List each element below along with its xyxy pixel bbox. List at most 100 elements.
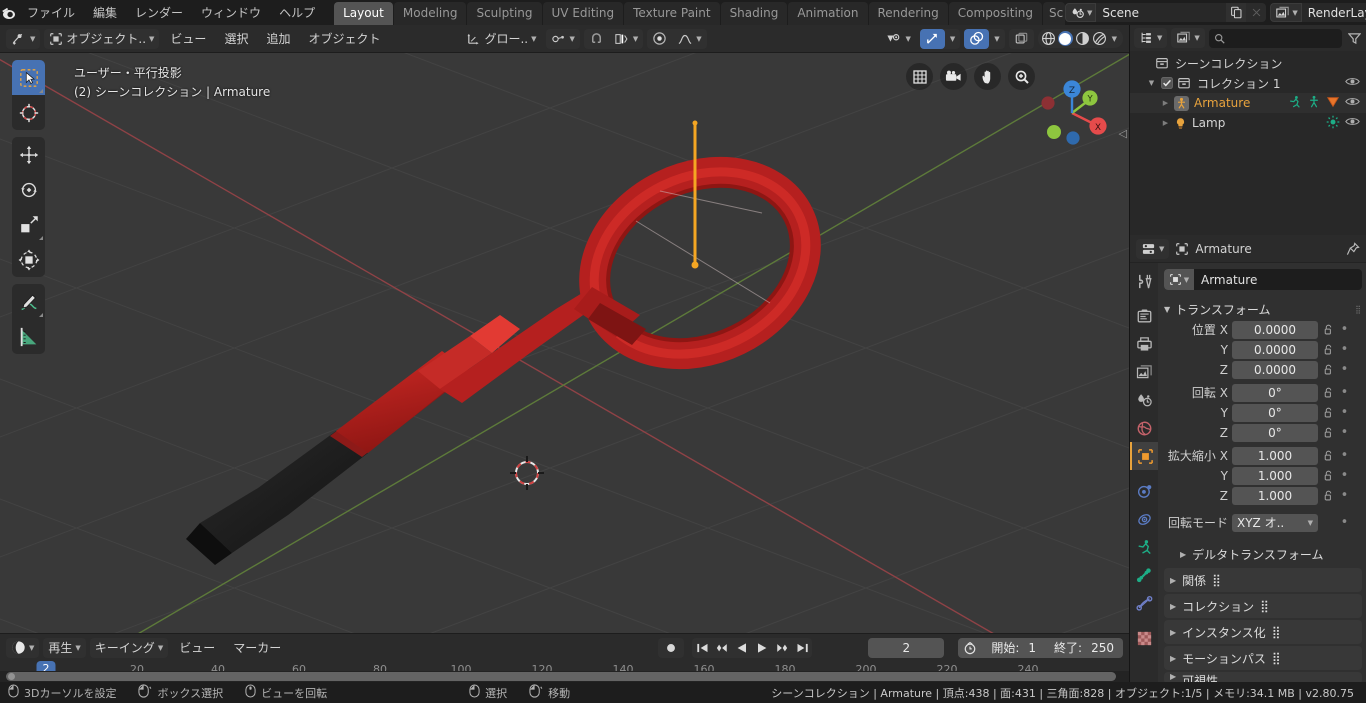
scene-browse-icon[interactable]: ▼ <box>1065 3 1097 22</box>
scale-tool[interactable] <box>12 207 45 242</box>
scene-delete-button[interactable] <box>1246 3 1267 22</box>
light-data-icon[interactable] <box>1326 115 1340 132</box>
viewlayer-browse-icon[interactable]: ▼ <box>1270 3 1302 22</box>
world-tab[interactable] <box>1130 414 1158 442</box>
timeline-menu-marker[interactable]: マーカー <box>226 639 288 656</box>
texture-tab[interactable] <box>1130 624 1158 652</box>
lock-icon[interactable] <box>1322 490 1335 502</box>
current-frame-field[interactable]: 2 <box>868 637 945 658</box>
editor-type-button[interactable]: ▼ <box>6 28 41 49</box>
lock-icon[interactable] <box>1322 364 1335 376</box>
falloff-curve-icon[interactable]: ▼ <box>672 29 706 49</box>
animate-dot-icon[interactable]: • <box>1339 426 1350 439</box>
shading-rendered-button[interactable] <box>1092 31 1107 46</box>
location-z-field[interactable]: 0.0000 <box>1232 360 1318 379</box>
blender-logo-icon[interactable] <box>0 0 18 25</box>
pin-icon[interactable] <box>1346 241 1360 256</box>
pan-view-icon[interactable] <box>974 63 1001 90</box>
zoom-view-icon[interactable] <box>1008 63 1035 90</box>
outliner-row-collection-1[interactable]: ▼ コレクション 1 <box>1130 73 1366 93</box>
transform-orientation-selector[interactable]: グロー.. ▼ <box>461 29 541 49</box>
lock-icon[interactable] <box>1322 407 1335 419</box>
shading-wireframe-button[interactable] <box>1041 31 1056 46</box>
visibility-selectability-button[interactable]: ▼ <box>880 29 915 49</box>
animate-dot-icon[interactable]: • <box>1339 386 1350 399</box>
viewport-menu-object[interactable]: オブジェクト <box>301 30 387 47</box>
animate-dot-icon[interactable]: • <box>1339 406 1350 419</box>
tool-tab[interactable] <box>1130 267 1158 295</box>
outliner-row-armature[interactable]: ▶ Armature <box>1130 93 1366 113</box>
gizmo-options-dropdown[interactable]: ▼ <box>945 29 960 49</box>
animate-dot-icon[interactable]: • <box>1339 343 1350 356</box>
timeline-menu-playback[interactable]: 再生 ▼ <box>43 637 86 658</box>
outliner-display-mode-button[interactable]: ▼ <box>1171 28 1205 48</box>
panel-relations[interactable]: ▶ 関係 ⣿ <box>1164 568 1362 592</box>
view-axis-gizmo[interactable]: Z Y X <box>1033 73 1111 151</box>
rotation-y-field[interactable]: 0° <box>1232 403 1318 422</box>
menu-help[interactable]: ヘルプ <box>270 3 324 23</box>
viewlayer-name-field[interactable]: RenderLayer <box>1301 3 1366 22</box>
visibility-eye-icon[interactable] <box>1345 115 1360 131</box>
move-tool[interactable] <box>12 137 45 172</box>
animate-dot-icon[interactable]: • <box>1339 516 1350 529</box>
modifier-icon[interactable] <box>1326 95 1340 112</box>
scale-z-field[interactable]: 1.000 <box>1232 486 1318 505</box>
shading-material-button[interactable] <box>1075 31 1090 46</box>
rotation-mode-dropdown[interactable]: XYZ オ.. ▼ <box>1232 513 1318 532</box>
animate-dot-icon[interactable]: • <box>1339 489 1350 502</box>
location-x-field[interactable]: 0.0000 <box>1232 320 1318 339</box>
viewport-menu-add[interactable]: 追加 <box>259 30 297 47</box>
interaction-mode-selector[interactable]: オブジェクト.. ▼ <box>44 28 160 49</box>
panel-instancing[interactable]: ▶ インスタンス化 ⣿ <box>1164 620 1362 644</box>
disclosure-icon[interactable]: ▶ <box>1160 119 1171 127</box>
viewport-menu-select[interactable]: 選択 <box>217 30 255 47</box>
workspace-tab-rendering[interactable]: Rendering <box>868 2 948 25</box>
camera-view-icon[interactable] <box>940 63 967 90</box>
menu-render[interactable]: レンダー <box>126 3 192 23</box>
frame-start-field[interactable]: 開始: 1 <box>982 639 1045 656</box>
workspace-tab-sculpting[interactable]: Sculpting <box>467 2 542 25</box>
show-overlays-toggle[interactable] <box>964 28 990 49</box>
outliner-filter-icon[interactable] <box>1346 32 1362 45</box>
scene-new-button[interactable] <box>1226 3 1247 22</box>
timeline-scrollbar[interactable] <box>0 671 1129 682</box>
lock-icon[interactable] <box>1322 450 1335 462</box>
animate-dot-icon[interactable]: • <box>1339 363 1350 376</box>
timeline-menu-keying[interactable]: キーイング ▼ <box>89 637 169 658</box>
scrollbar-thumb[interactable] <box>6 672 1116 681</box>
scale-x-field[interactable]: 1.000 <box>1232 446 1318 465</box>
pose-mode-icon[interactable] <box>1288 95 1302 112</box>
transform-panel-header[interactable]: ▼ トランスフォーム ⣿ <box>1164 299 1362 320</box>
lock-icon[interactable] <box>1322 470 1335 482</box>
object-constraint-tab[interactable] <box>1130 533 1158 561</box>
measure-tool[interactable] <box>12 319 45 354</box>
auto-range-icon[interactable] <box>958 641 982 655</box>
play-reverse-icon[interactable] <box>732 638 752 658</box>
lock-icon[interactable] <box>1322 387 1335 399</box>
collection-checkbox[interactable] <box>1161 77 1173 89</box>
armature-data-icon[interactable] <box>1307 95 1321 112</box>
menu-edit[interactable]: 編集 <box>84 3 126 23</box>
chevron-down-icon[interactable]: ▼ <box>1112 35 1117 43</box>
annotate-tool[interactable] <box>12 284 45 319</box>
menu-file[interactable]: ファイル <box>18 3 84 23</box>
outliner-row-scene-collection[interactable]: シーンコレクション <box>1130 53 1366 73</box>
object-data-tab[interactable] <box>1130 589 1158 617</box>
render-tab[interactable] <box>1130 302 1158 330</box>
overlay-options-dropdown[interactable]: ▼ <box>989 29 1004 49</box>
workspace-tab-modeling[interactable]: Modeling <box>393 2 467 25</box>
timeline-editor-type-button[interactable]: ▼ <box>6 637 40 658</box>
visibility-eye-icon[interactable] <box>1345 95 1360 111</box>
panel-motion-paths[interactable]: ▶ モーションパス ⣿ <box>1164 646 1362 670</box>
show-gizmo-toggle[interactable] <box>919 28 945 49</box>
outliner-row-lamp[interactable]: ▶ Lamp <box>1130 113 1366 133</box>
proportional-toggle-icon[interactable] <box>647 29 672 49</box>
outliner-editor-type-button[interactable]: ▼ <box>1134 28 1168 48</box>
menu-window[interactable]: ウィンドウ <box>192 3 270 23</box>
object-name-field[interactable]: ▼ Armature <box>1164 269 1362 290</box>
workspace-tab-compositing[interactable]: Compositing <box>948 2 1042 25</box>
scale-y-field[interactable]: 1.000 <box>1232 466 1318 485</box>
select-box-tool[interactable] <box>12 60 45 95</box>
workspace-tab-shading[interactable]: Shading <box>720 2 788 25</box>
transform-tool[interactable] <box>12 242 45 277</box>
